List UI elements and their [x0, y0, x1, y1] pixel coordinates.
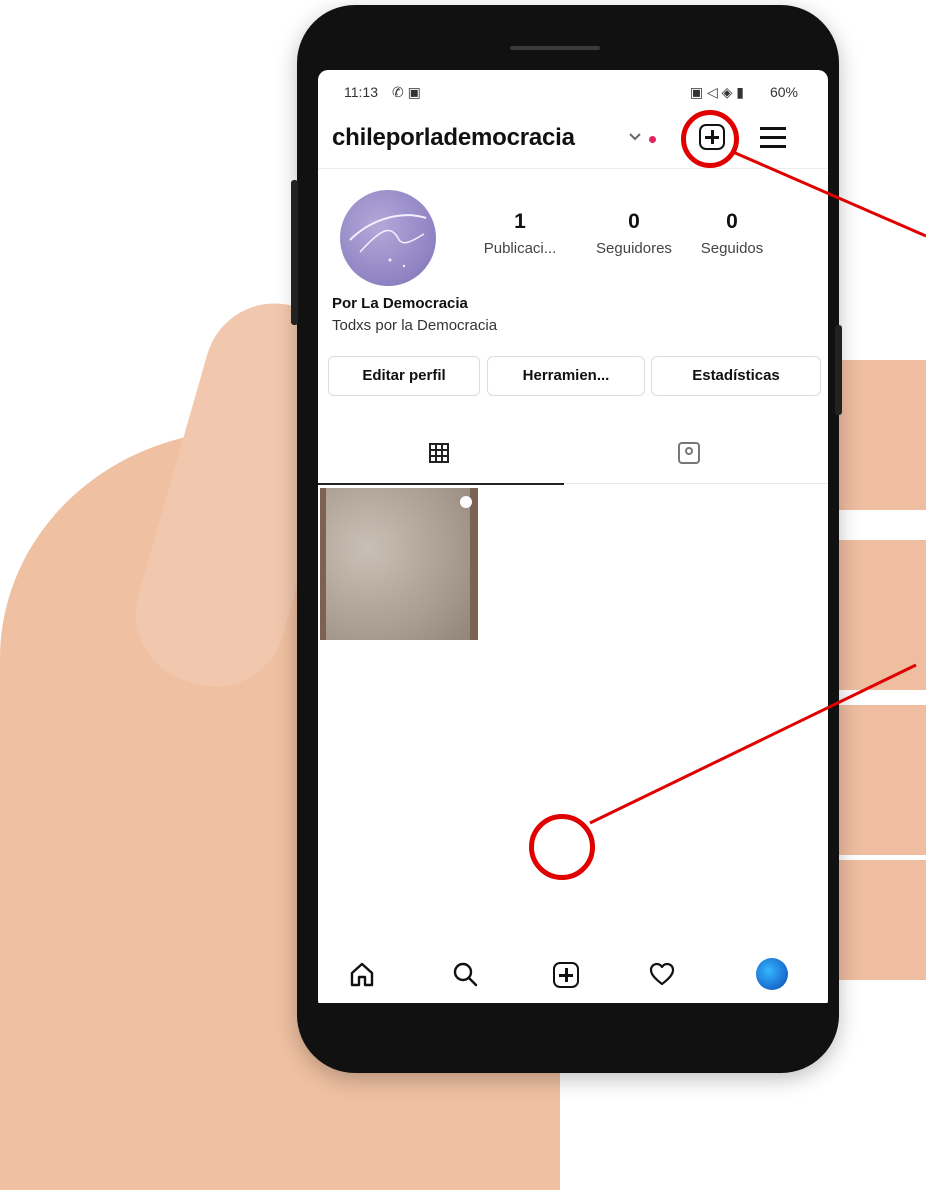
stat-posts[interactable]: 1 Publicaci... [472, 210, 568, 257]
profile-avatar[interactable] [340, 190, 436, 286]
grid-icon [429, 443, 449, 463]
professional-tools-button[interactable]: Herramien... [487, 356, 645, 396]
profile-nav-avatar[interactable] [756, 958, 788, 990]
status-time: 11:13 [344, 84, 378, 100]
notification-dot [649, 136, 656, 143]
display-name: Por La Democracia [332, 295, 468, 312]
post-corner-icon [460, 496, 472, 508]
phone-right-button [835, 325, 842, 415]
status-bar: 11:13 ✆ ▣ ▣ ◁ ◈ ▮ 60% [318, 78, 828, 104]
username-title[interactable]: chileporlademocracia [332, 124, 575, 152]
insights-button[interactable]: Estadísticas [651, 356, 821, 396]
menu-icon-line-middle [760, 136, 786, 139]
menu-icon-line-bottom [760, 145, 786, 148]
profile-tabs [318, 425, 828, 485]
phone-chin [318, 1003, 828, 1043]
tagged-photo-icon [678, 442, 700, 464]
post-thumbnail[interactable] [320, 488, 478, 640]
search-icon[interactable] [451, 960, 479, 988]
status-notification-icons: ✆ ▣ [392, 84, 421, 100]
chevron-down-icon[interactable] [626, 127, 644, 145]
tab-posts-grid[interactable] [318, 425, 564, 485]
menu-icon-line-top [760, 127, 786, 130]
stat-followers[interactable]: 0 Seguidores [586, 210, 682, 257]
bottom-nav [318, 954, 828, 1010]
avatar-signature-icon [349, 214, 427, 268]
stat-following-value: 0 [726, 210, 738, 233]
stat-following[interactable]: 0 Seguidos [684, 210, 780, 257]
status-signal-icons: ▣ ◁ ◈ ▮ [689, 84, 744, 100]
stat-followers-label: Seguidores [596, 240, 672, 257]
home-icon[interactable] [348, 960, 376, 988]
stat-posts-value: 1 [514, 210, 526, 233]
battery-level: 60% [769, 84, 798, 100]
menu-button[interactable] [760, 126, 786, 148]
top-highlight-circle [681, 110, 739, 168]
stat-following-label: Seguidos [700, 240, 764, 257]
tab-tagged[interactable] [564, 425, 828, 483]
edit-profile-button[interactable]: Editar perfil [328, 356, 480, 396]
stat-followers-value: 0 [628, 210, 640, 233]
bio-text: Todxs por la Democracia [332, 317, 498, 334]
bottom-highlight-circle [529, 814, 595, 880]
profile-header: chileporlademocracia [318, 112, 828, 169]
phone-left-button [291, 180, 298, 325]
heart-icon[interactable] [648, 960, 676, 988]
phone-speaker [510, 46, 600, 50]
nav-new-post-button[interactable] [553, 962, 579, 988]
stat-posts-label: Publicaci... [483, 240, 557, 257]
